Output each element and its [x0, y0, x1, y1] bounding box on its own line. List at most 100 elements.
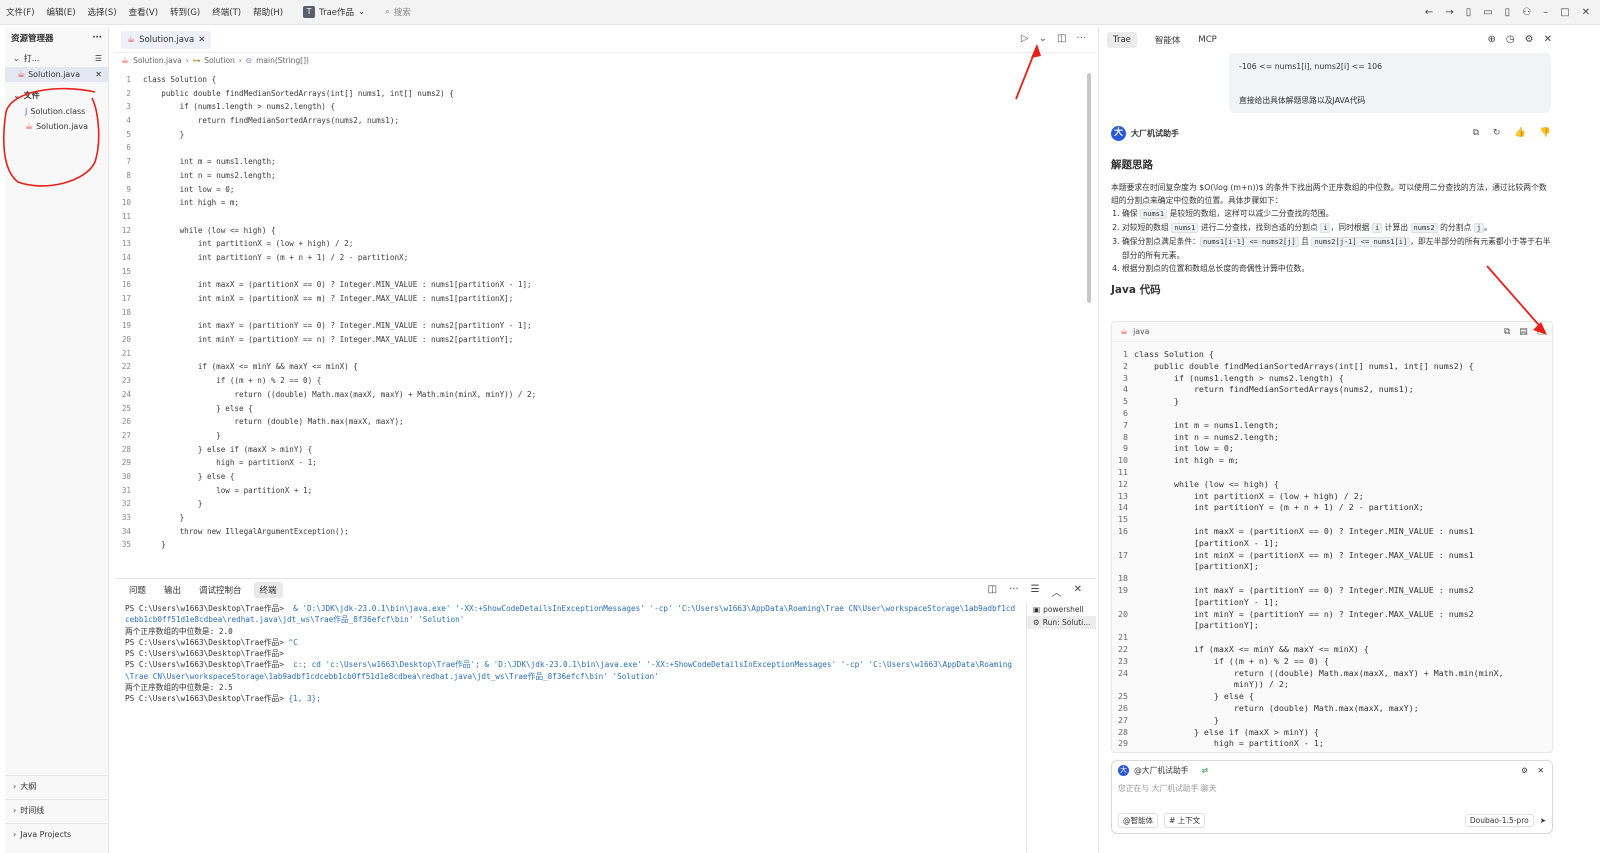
tab-agent[interactable]: 智能体 [1155, 34, 1181, 46]
context-chip[interactable]: # 上下文 [1164, 813, 1206, 828]
close-icon[interactable]: ✕ [1074, 584, 1082, 599]
open-file-item[interactable]: ☕ Solution.java ✕ [5, 67, 108, 82]
code-area[interactable]: 1 class Solution {2 public double findMed… [115, 73, 1085, 573]
agent-switch-icon[interactable]: ⇄ [1202, 766, 1209, 775]
gear-icon[interactable]: ⚙ [1521, 766, 1528, 775]
more-icon[interactable]: ··· [1076, 33, 1086, 44]
input-toolbar: @智能体 # 上下文 Doubao-1.5-pro ➤ [1118, 813, 1546, 828]
chevron-down-icon[interactable]: ⌄ [1039, 33, 1047, 44]
toggle-panel-icon[interactable]: ▭ [1483, 7, 1492, 18]
menu-terminal[interactable]: 终端(T) [206, 6, 247, 18]
tab-trae[interactable]: Trae [1107, 32, 1137, 48]
java-projects-section[interactable]: › Java Projects [5, 823, 108, 845]
editor-tab-solution[interactable]: ☕ Solution.java ✕ [121, 30, 212, 49]
insert-terminal-icon[interactable]: ▤ [1519, 327, 1528, 337]
breadcrumb-method[interactable]: main(String[]) [256, 56, 309, 65]
toggle-sidebar-icon[interactable]: ▯ [1466, 7, 1472, 18]
line-number: 33 [121, 513, 131, 522]
copy-icon[interactable]: ⧉ [1473, 128, 1479, 138]
menu-go[interactable]: 转到(G) [164, 6, 206, 18]
tab-terminal[interactable]: 终端 [253, 582, 283, 598]
back-icon[interactable]: ← [1425, 7, 1433, 18]
agent-chip[interactable]: @智能体 [1118, 813, 1158, 828]
code-line: 8 int n = nums2.length; [1112, 432, 1552, 444]
code-block-content[interactable]: 1 class Solution {2 public double findMed… [1112, 342, 1552, 750]
close-icon[interactable]: ✕ [95, 70, 102, 79]
maximize-icon[interactable]: □ [1560, 7, 1569, 18]
breadcrumb-class[interactable]: Solution [204, 56, 235, 65]
tab-problems[interactable]: 问题 [123, 582, 152, 598]
terminal-item-powershell[interactable]: ▣ powershell [1027, 603, 1096, 616]
line-text: low = partitionX + 1; [143, 485, 313, 495]
command-search[interactable]: ⌕ 搜索 [385, 6, 411, 18]
line-number: 23 [121, 376, 131, 386]
step-text: 且 [1298, 237, 1312, 246]
menu-file[interactable]: 文件(F) [0, 6, 41, 18]
tab-debug-console[interactable]: 调试控制台 [193, 582, 248, 598]
breadcrumb-file[interactable]: Solution.java [133, 56, 182, 65]
model-selector[interactable]: Doubao-1.5-pro [1464, 814, 1534, 827]
more-icon[interactable]: ··· [92, 33, 102, 43]
code-line: 12 while (low <= high) { [1112, 479, 1552, 491]
file-item-java[interactable]: ☕ Solution.java [5, 119, 108, 134]
inline-code: i [1371, 223, 1383, 233]
account-icon[interactable]: ⚇ [1522, 7, 1531, 18]
menu-edit[interactable]: 编辑(E) [41, 6, 82, 18]
outline-section[interactable]: › 大纲 [5, 775, 108, 797]
timeline-section[interactable]: › 时间线 [5, 799, 108, 821]
close-icon[interactable]: ✕ [1582, 7, 1590, 18]
list-icon[interactable]: ☰ [1031, 584, 1040, 599]
tab-mcp[interactable]: MCP [1198, 35, 1216, 45]
code-line: minY)) / 2; [1112, 679, 1552, 691]
more-icon[interactable]: ··· [1009, 584, 1019, 599]
inline-code: nums1 [1140, 209, 1168, 219]
thumbs-up-icon[interactable]: 👍 [1515, 128, 1526, 138]
inline-code: nums2 [1410, 223, 1438, 233]
menu-help[interactable]: 帮助(H) [247, 6, 289, 18]
settings-sliders-icon[interactable]: ☰ [95, 54, 102, 63]
line-text: int partitionY = (m + n + 1) / 2 - parti… [143, 252, 409, 262]
code-line: 2 public double findMedianSortedArrays(i… [115, 87, 1085, 101]
project-switcher[interactable]: T Trae作品 ⌄ [303, 6, 365, 18]
line-text: } [143, 499, 203, 509]
split-editor-icon[interactable]: ◫ [1057, 33, 1066, 44]
close-icon[interactable]: ✕ [198, 35, 205, 45]
chat-input-box[interactable]: 大 @大厂机试助手 ⇄ ⚙ ✕ 您正在与 大厂机试助手 聊天 @智能体 # 上下… [1111, 760, 1553, 834]
code-line: 17 int minX = (partitionX == m) ? Intege… [115, 292, 1085, 306]
send-icon[interactable]: ➤ [1540, 816, 1546, 825]
line-text: int high = m; [143, 198, 240, 208]
file-item-class[interactable]: J Solution.class [5, 104, 108, 119]
copy-icon[interactable]: ⧉ [1504, 327, 1510, 337]
forward-icon[interactable]: → [1445, 7, 1453, 18]
code-line: 24 return ((double) Math.max(maxX, maxY)… [115, 388, 1085, 402]
run-icon[interactable]: ▷ [1021, 33, 1029, 44]
close-icon[interactable]: ✕ [1537, 766, 1544, 775]
code-block: ☕ java ⧉ ▤ ⎘ 1 class Solution {2 public d… [1111, 321, 1553, 753]
open-editors-section[interactable]: ⌄ 打... ☰ [5, 49, 108, 67]
close-icon[interactable]: ✕ [1544, 34, 1552, 45]
terminal-output[interactable]: PS C:\Users\w1663\Desktop\Trae作品> & 'D:\… [125, 603, 1017, 705]
thumbs-down-icon[interactable]: 👎 [1540, 128, 1551, 138]
maximize-panel-icon[interactable]: ︿ [1052, 584, 1062, 599]
new-chat-icon[interactable]: ⊕ [1488, 34, 1496, 45]
code-line: 16 int maxX = (partitionX == 0) ? Intege… [115, 278, 1085, 292]
minimize-icon[interactable]: – [1543, 7, 1548, 18]
code-line: 7 int m = nums1.length; [115, 155, 1085, 169]
menu-selection[interactable]: 选择(S) [82, 6, 123, 18]
tab-output[interactable]: 输出 [158, 582, 187, 598]
editor-scrollbar[interactable] [1087, 73, 1091, 303]
gear-icon[interactable]: ⚙ [1525, 34, 1534, 45]
menu-view[interactable]: 查看(V) [123, 6, 164, 18]
files-section[interactable]: ⌄ 文件 [5, 86, 108, 104]
mention-label[interactable]: @大厂机试助手 [1134, 765, 1189, 776]
layout-icon[interactable]: ◫ [988, 584, 997, 599]
apply-to-file-icon[interactable]: ⎘ [1537, 327, 1544, 337]
chat-input-placeholder[interactable]: 您正在与 大厂机试助手 聊天 [1112, 783, 1552, 794]
regenerate-icon[interactable]: ↻ [1493, 128, 1501, 138]
line-text: while (low <= high) { [1134, 478, 1279, 489]
toggle-aux-icon[interactable]: ▯ [1505, 7, 1511, 18]
terminal-item-run[interactable]: ⚙ Run: Soluti... [1027, 616, 1096, 629]
history-icon[interactable]: ◷ [1506, 34, 1515, 45]
code-line: 14 int partitionY = (m + n + 1) / 2 - pa… [115, 251, 1085, 265]
terminal-prompt: PS C:\Users\w1663\Desktop\Trae作品> [125, 604, 289, 613]
